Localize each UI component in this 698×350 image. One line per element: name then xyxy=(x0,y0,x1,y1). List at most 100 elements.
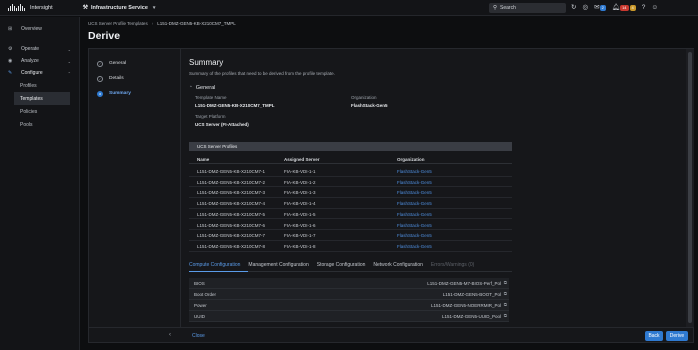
analyze-icon: ◉ xyxy=(8,58,13,64)
top-bar: Intersight ⚒ Infrastructure Service ▾ ⚲ … xyxy=(0,0,698,16)
external-link-icon[interactable]: ⧉ xyxy=(504,313,507,318)
cell-organization-link[interactable]: FlashStack-Gen5 xyxy=(397,223,432,228)
alarm-icon[interactable]: 🔔︎ 14 4 xyxy=(612,3,636,11)
cell-organization-link[interactable]: FlashStack-Gen5 xyxy=(397,201,432,206)
organization-field: Organization FlashStack-Gen5 xyxy=(351,95,388,108)
external-link-icon[interactable]: ⧉ xyxy=(504,280,507,285)
nav-label: Analyze xyxy=(21,58,39,64)
nav-item-operate[interactable]: ⚙ Operate ⌄ xyxy=(0,43,79,55)
cell-server: FIA-KB-VDI-1-7 xyxy=(284,233,316,239)
tab-storage-configuration[interactable]: Storage Configuration xyxy=(317,262,374,272)
cell-organization-link[interactable]: FlashStack-Gen5 xyxy=(397,180,432,185)
config-key: UUID xyxy=(194,314,205,319)
nav-item-analyze[interactable]: ◉ Analyze ⌄ xyxy=(0,55,79,67)
configure-icon: ✎ xyxy=(8,70,13,76)
cell-organization-link[interactable]: FlashStack-Gen5 xyxy=(397,233,432,238)
external-link-icon[interactable]: ⧉ xyxy=(504,302,507,307)
cell-server: FIA-KB-VDI-1-6 xyxy=(284,222,316,228)
tab-network-configuration[interactable]: Network Configuration xyxy=(373,262,430,272)
scrollbar[interactable] xyxy=(686,49,694,327)
cell-name: L151-DMZ-GEN5-KB-X210CM7-1 xyxy=(197,169,266,174)
config-value: L151-DMZ-GEN5-BOOT_Pol xyxy=(442,292,501,297)
wizard-steps: ✓ General ✓ Details 3 Summary ‹ xyxy=(89,49,181,338)
critical-alarm-count: 14 xyxy=(620,5,629,11)
breadcrumb: UCS Server Profile Templates › L151-DMZ-GE… xyxy=(88,21,236,26)
external-link-icon[interactable]: ⧉ xyxy=(504,291,507,296)
user-icon[interactable]: ☺ xyxy=(651,4,658,11)
tab-errors-warnings[interactable]: Errors/Warnings (0) xyxy=(431,262,482,272)
step-label: Summary xyxy=(109,91,131,96)
nav-item-configure[interactable]: ✎ Configure ⌃ xyxy=(0,67,79,79)
step-label: General xyxy=(109,61,127,66)
cell-organization-link[interactable]: FlashStack-Gen5 xyxy=(397,190,432,195)
check-circle-icon[interactable]: ◎ xyxy=(582,3,588,11)
field-label: Target Platform xyxy=(195,114,226,119)
brand[interactable]: Intersight xyxy=(8,4,83,11)
config-row-bios: BIOS L151-DMZ-GEN5-M7-BIOS-Perf_Pol ⧉ xyxy=(189,278,509,289)
operate-icon: ⚙ xyxy=(8,46,13,52)
table-row: L151-DMZ-GEN5-KB-X210CM7-7 FIA-KB-VDI-1-… xyxy=(189,230,512,241)
config-value: L151-DMZ-GEN5-UUID_Pool xyxy=(441,314,501,319)
column-header-assigned-server[interactable]: Assigned Server xyxy=(284,157,320,162)
cell-organization-link[interactable]: FlashStack-Gen5 xyxy=(397,212,432,217)
chevron-down-icon: ⌄ xyxy=(67,58,71,64)
step-details[interactable]: ✓ Details xyxy=(89,71,180,86)
tab-management-configuration[interactable]: Management Configuration xyxy=(248,262,316,272)
announcement-icon[interactable]: ✉ 2 xyxy=(594,3,606,11)
step-summary[interactable]: 3 Summary xyxy=(89,86,180,101)
cell-name: L151-DMZ-GEN5-KB-X210CM7-5 xyxy=(197,211,266,217)
refresh-icon[interactable]: ↻ xyxy=(571,3,576,11)
cell-server: FIA-KB-VDI-1-3 xyxy=(284,190,316,196)
general-section-toggle[interactable]: ⌃ General xyxy=(189,85,686,91)
column-header-organization[interactable]: Organization xyxy=(397,157,425,162)
search-input[interactable]: ⚲ Search xyxy=(489,3,566,13)
field-label: Template Name xyxy=(195,95,227,100)
config-row-power: Power L151-DMZ-GEN5-NOERRMIR_Pol ⧉ xyxy=(189,300,509,311)
config-key: Power xyxy=(194,303,207,308)
step-circle-icon: 3 xyxy=(97,90,103,97)
field-value: UCS Server (FI-Attached) xyxy=(195,122,249,127)
table-row: L151-DMZ-GEN5-KB-X210CM7-6 FIA-KB-VDI-1-… xyxy=(189,220,512,231)
chevron-down-icon: ▾ xyxy=(152,4,156,11)
chevron-up-icon: ⌃ xyxy=(67,70,71,76)
table-row: L151-DMZ-GEN5-KB-X210CM7-8 FIA-KB-VDI-1-… xyxy=(189,241,512,252)
field-value: L151-DMZ-GEN5-KB-X210CM7_TMPL xyxy=(195,103,275,108)
config-row-boot-order: Boot Order L151-DMZ-GEN5-BOOT_Pol ⧉ xyxy=(189,289,509,300)
nav-sub-templates[interactable]: Templates xyxy=(14,92,70,105)
template-name-field: Template Name L151-DMZ-GEN5-KB-X210CM7_T… xyxy=(195,95,275,108)
derive-button[interactable]: Derive xyxy=(666,331,688,341)
nav-sub-profiles[interactable]: Profiles xyxy=(0,79,79,92)
cell-organization-link[interactable]: FlashStack-Gen5 xyxy=(397,169,432,174)
service-icon: ⚒ xyxy=(82,5,89,11)
breadcrumb-parent[interactable]: UCS Server Profile Templates xyxy=(88,21,148,26)
breadcrumb-current: L151-DMZ-GEN5-KB-X210CM7_TMPL xyxy=(157,21,236,26)
column-header-name[interactable]: Name xyxy=(197,157,209,162)
page-title: Derive xyxy=(88,30,121,42)
tab-compute-configuration[interactable]: Compute Configuration xyxy=(189,262,249,272)
table-row: L151-DMZ-GEN5-KB-X210CM7-3 FIA-KB-VDI-1-… xyxy=(189,187,512,199)
cisco-logo-icon xyxy=(8,4,25,11)
service-selector[interactable]: ⚒ Infrastructure Service ▾ xyxy=(82,4,156,12)
cell-server: FIA-KB-VDI-1-5 xyxy=(284,211,316,217)
step-circle-icon: ✓ xyxy=(97,75,103,82)
config-key: Boot Order xyxy=(194,292,217,297)
help-icon[interactable]: ? xyxy=(642,4,646,11)
step-general[interactable]: ✓ General xyxy=(89,56,180,71)
scrollbar-thumb[interactable] xyxy=(688,52,692,323)
wizard-footer: Close Back Derive xyxy=(89,327,693,343)
nav-sub-policies[interactable]: Policies xyxy=(0,105,79,118)
wizard-panel: ✓ General ✓ Details 3 Summary ‹ Summary … xyxy=(88,48,694,343)
announcement-count: 2 xyxy=(599,5,606,11)
config-tabs: Compute Configuration Management Configu… xyxy=(189,262,512,272)
nav-sub-pools[interactable]: Pools xyxy=(0,118,79,131)
cell-organization-link[interactable]: FlashStack-Gen5 xyxy=(397,244,432,249)
close-button[interactable]: Close xyxy=(192,333,205,339)
step-circle-icon: ✓ xyxy=(97,60,103,67)
search-placeholder: Search xyxy=(500,5,516,11)
step-label: Details xyxy=(109,76,124,81)
summary-title: Summary xyxy=(189,58,224,67)
chevron-down-icon: ⌄ xyxy=(67,46,71,52)
cell-name: L151-DMZ-GEN5-KB-X210CM7-2 xyxy=(197,179,266,185)
back-button[interactable]: Back xyxy=(645,331,663,341)
nav-item-overview[interactable]: ⊞ Overview xyxy=(0,23,79,35)
